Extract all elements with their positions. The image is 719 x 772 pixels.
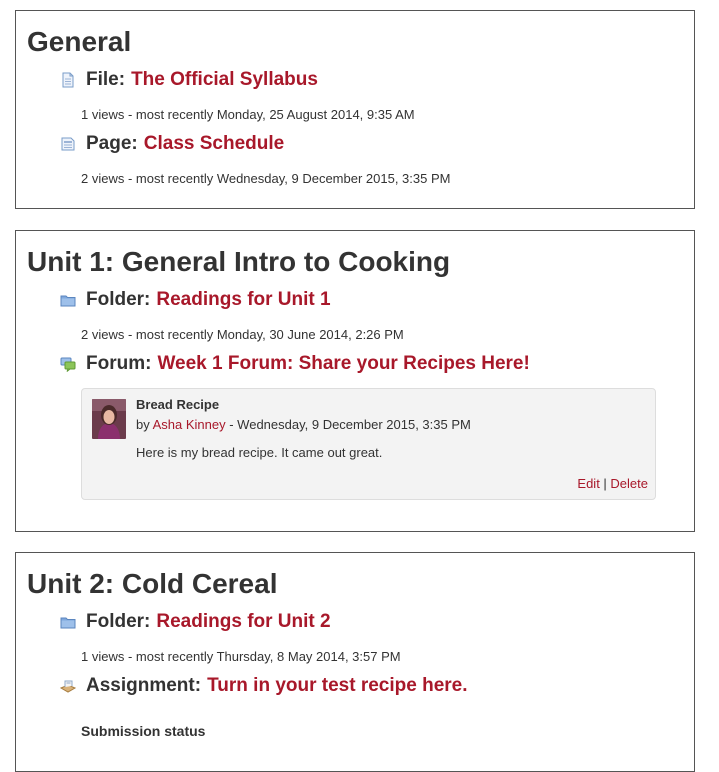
activity-page: Page: Class Schedule [60, 133, 284, 155]
folder-icon [60, 292, 76, 308]
edit-link[interactable]: Edit [577, 476, 599, 491]
activity-views-meta: 1 views - most recently Monday, 25 Augus… [81, 107, 415, 122]
post-byline: by Asha Kinney - Wednesday, 9 December 2… [136, 417, 471, 432]
folder-icon [60, 614, 76, 630]
activity-forum: Forum: Week 1 Forum: Share your Recipes … [60, 353, 530, 375]
section-title: Unit 2: Cold Cereal [27, 568, 278, 599]
activity-link-syllabus[interactable]: The Official Syllabus [131, 69, 318, 91]
activity-type-label: Page: [86, 133, 138, 154]
activity-views-meta: 1 views - most recently Thursday, 8 May … [81, 649, 401, 664]
submission-status-heading: Submission status [81, 723, 206, 739]
activity-link-readings-unit-1[interactable]: Readings for Unit 1 [156, 289, 330, 311]
post-author-link[interactable]: Asha Kinney [153, 417, 226, 432]
post-actions: Edit | Delete [577, 476, 648, 491]
activity-assignment: Assignment: Turn in your test recipe her… [59, 675, 468, 697]
forum-post: Bread Recipe by Asha Kinney - Wednesday,… [81, 388, 656, 500]
delete-link[interactable]: Delete [610, 476, 648, 491]
activity-link-readings-unit-2[interactable]: Readings for Unit 2 [156, 611, 330, 633]
section-title: General [27, 26, 132, 57]
activity-link-week-1-forum[interactable]: Week 1 Forum: Share your Recipes Here! [157, 353, 529, 375]
activity-link-class-schedule[interactable]: Class Schedule [144, 133, 284, 155]
activity-type-label: Assignment: [86, 675, 202, 696]
activity-link-test-recipe[interactable]: Turn in your test recipe here. [207, 675, 467, 697]
avatar[interactable] [92, 399, 126, 439]
activity-folder: Folder: Readings for Unit 1 [60, 289, 331, 311]
forum-icon [60, 356, 76, 372]
activity-type-label: Folder: [86, 611, 151, 632]
post-date: - Wednesday, 9 December 2015, 3:35 PM [225, 417, 471, 432]
section-title: Unit 1: General Intro to Cooking [27, 246, 451, 277]
activity-views-meta: 2 views - most recently Monday, 30 June … [81, 327, 404, 342]
page-icon [60, 136, 76, 152]
activity-type-label: Forum: [86, 353, 152, 374]
section-general: General File: The Official Syllabus 1 vi… [15, 10, 695, 209]
activity-type-label: Folder: [86, 289, 151, 310]
activity-folder: Folder: Readings for Unit 2 [60, 611, 331, 633]
file-icon [60, 72, 76, 88]
post-message: Here is my bread recipe. It came out gre… [136, 445, 383, 460]
assignment-icon [59, 678, 77, 694]
activity-file: File: The Official Syllabus [60, 69, 318, 91]
byline-prefix: by [136, 417, 153, 432]
section-unit-1: Unit 1: General Intro to Cooking Folder:… [15, 230, 695, 532]
section-unit-2: Unit 2: Cold Cereal Folder: Readings for… [15, 552, 695, 772]
activity-type-label: File: [86, 69, 126, 90]
post-subject: Bread Recipe [136, 397, 220, 412]
activity-views-meta: 2 views - most recently Wednesday, 9 Dec… [81, 171, 451, 186]
actions-separator: | [599, 476, 611, 491]
